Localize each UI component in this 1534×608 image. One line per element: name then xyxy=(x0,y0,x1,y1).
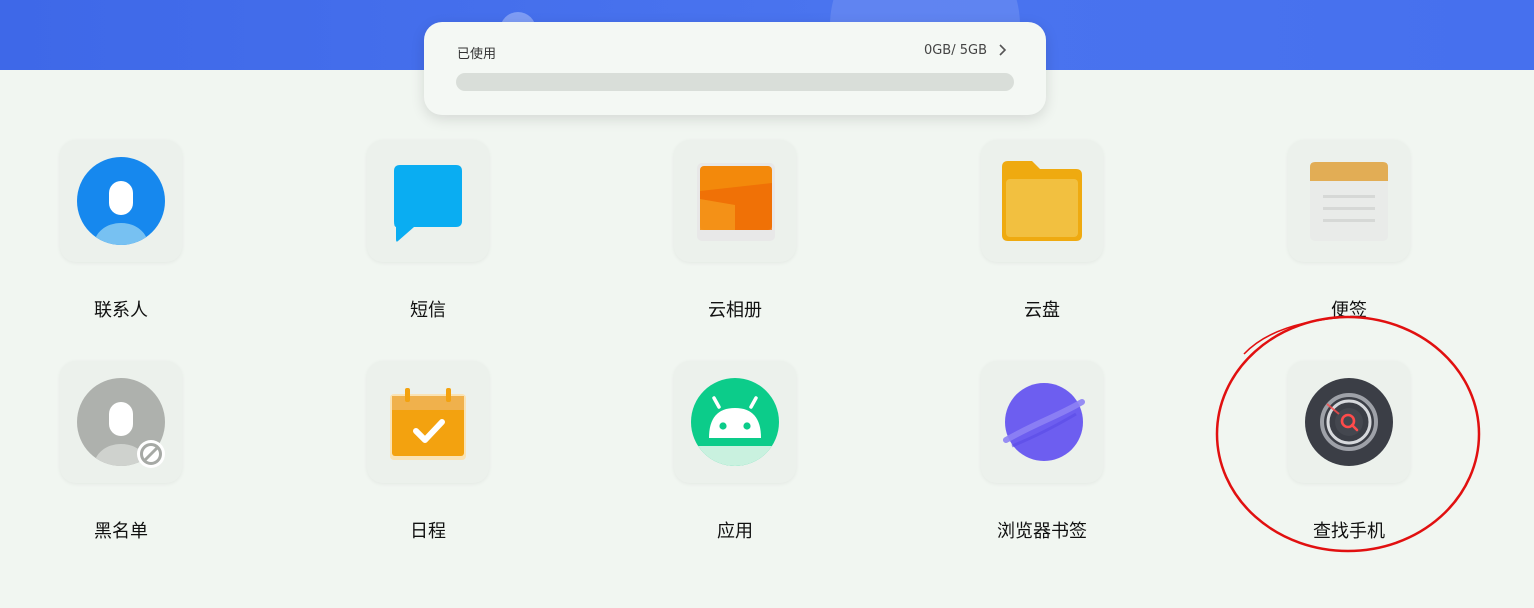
storage-value: 0GB/ 5GB xyxy=(923,43,987,58)
cloud-album-icon xyxy=(697,163,775,241)
app-tile xyxy=(60,140,182,262)
contacts-icon xyxy=(77,157,165,245)
app-label: 黑名单 xyxy=(94,521,148,542)
apps-icon xyxy=(691,378,779,466)
app-label: 浏览器书签 xyxy=(997,521,1087,542)
app-tile xyxy=(60,361,182,483)
app-contacts[interactable]: 联系人 xyxy=(30,140,210,340)
app-blacklist[interactable]: 黑名单 xyxy=(30,361,210,561)
app-tile xyxy=(1288,140,1410,262)
storage-label: 已使用 xyxy=(457,47,497,62)
app-tile xyxy=(367,361,489,483)
app-notes[interactable]: 便签 xyxy=(1258,140,1438,340)
app-label: 云盘 xyxy=(1024,300,1060,321)
find-phone-icon xyxy=(1305,378,1393,466)
storage-progress-bar xyxy=(456,73,1014,91)
app-label: 便签 xyxy=(1331,300,1367,321)
app-tile xyxy=(674,361,796,483)
notes-icon xyxy=(1310,162,1388,241)
app-find-phone[interactable]: 查找手机 xyxy=(1258,361,1438,561)
app-label: 日程 xyxy=(410,521,446,542)
app-browser-bookmarks[interactable]: 浏览器书签 xyxy=(951,361,1131,561)
app-apps[interactable]: 应用 xyxy=(644,361,824,561)
app-label: 应用 xyxy=(717,521,753,542)
app-tile xyxy=(981,140,1103,262)
messages-icon xyxy=(394,165,462,242)
app-tile xyxy=(981,361,1103,483)
calendar-icon xyxy=(390,388,466,460)
chevron-right-icon[interactable] xyxy=(996,42,1010,58)
cloud-drive-icon xyxy=(1002,161,1082,241)
app-calendar[interactable]: 日程 xyxy=(337,361,517,561)
blacklist-icon xyxy=(77,378,165,468)
app-tile xyxy=(1288,361,1410,483)
app-messages[interactable]: 短信 xyxy=(337,140,517,340)
storage-card[interactable]: 已使用 0GB/ 5GB xyxy=(424,22,1046,115)
app-tile xyxy=(367,140,489,262)
app-label: 短信 xyxy=(410,300,446,321)
app-label: 云相册 xyxy=(708,300,762,321)
app-tile xyxy=(674,140,796,262)
app-label: 联系人 xyxy=(94,300,148,321)
app-label: 查找手机 xyxy=(1313,521,1385,542)
browser-bookmarks-icon xyxy=(1003,383,1085,461)
app-cloud-album[interactable]: 云相册 xyxy=(644,140,824,340)
app-cloud-drive[interactable]: 云盘 xyxy=(951,140,1131,340)
